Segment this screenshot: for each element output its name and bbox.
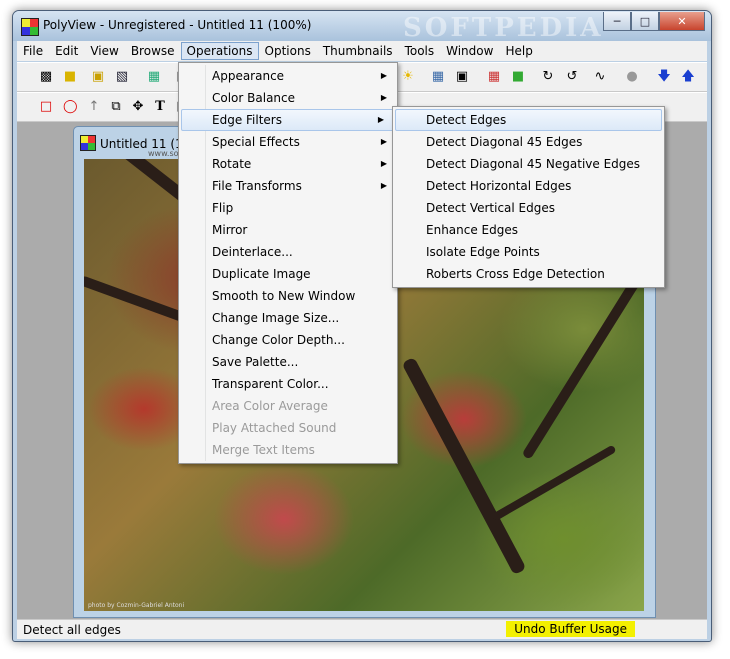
rotate-cw-icon[interactable]: ↻ xyxy=(541,70,555,84)
menu-edit[interactable]: Edit xyxy=(49,42,84,60)
menu-item-detect-vertical-edges[interactable]: Detect Vertical Edges xyxy=(393,197,664,219)
menu-item-save-palette[interactable]: Save Palette... xyxy=(179,351,397,373)
image-icon[interactable]: ▦ xyxy=(147,70,161,84)
title-bar[interactable]: PolyView - Unregistered - Untitled 11 (1… xyxy=(13,11,711,43)
green-grid-icon[interactable]: ■ xyxy=(511,70,525,84)
window-title: PolyView - Unregistered - Untitled 11 (1… xyxy=(43,18,312,32)
crop-icon[interactable]: ⧉ xyxy=(109,100,123,114)
branch-shape xyxy=(401,356,527,576)
menu-item-special-effects[interactable]: Special Effects ▶ xyxy=(179,131,397,153)
menu-options[interactable]: Options xyxy=(259,42,317,60)
submenu-arrow-icon: ▶ xyxy=(377,115,384,124)
status-bar: Detect all edges Undo Buffer Usage xyxy=(17,619,707,639)
rotate-ccw-icon[interactable]: ↺ xyxy=(565,70,579,84)
menu-item-detect-edges[interactable]: Detect Edges xyxy=(395,109,662,131)
menu-item-change-image-size[interactable]: Change Image Size... xyxy=(179,307,397,329)
menu-item-isolate-edge-points[interactable]: Isolate Edge Points xyxy=(393,241,664,263)
menu-item-label: Appearance xyxy=(212,69,285,83)
submenu-arrow-icon: ▶ xyxy=(380,71,387,80)
maximize-button[interactable]: □ xyxy=(631,12,659,31)
menu-item-detect-diagonal-45-negative-edges[interactable]: Detect Diagonal 45 Negative Edges xyxy=(393,153,664,175)
color-grid-icon[interactable]: ▦ xyxy=(487,70,501,84)
submenu-arrow-icon: ▶ xyxy=(380,137,387,146)
submenu-arrow-icon: ▶ xyxy=(380,93,387,102)
waveform-icon[interactable]: ∿ xyxy=(593,70,607,84)
move-icon[interactable]: ✥ xyxy=(131,100,145,114)
menu-item-change-color-depth[interactable]: Change Color Depth... xyxy=(179,329,397,351)
grid-icon[interactable]: ▦ xyxy=(431,70,445,84)
menu-operations[interactable]: Operations xyxy=(180,42,259,60)
minimize-icon: ─ xyxy=(613,14,621,28)
menu-view[interactable]: View xyxy=(84,42,124,60)
menu-browse[interactable]: Browse xyxy=(125,42,181,60)
app-icon[interactable] xyxy=(21,18,39,36)
stop-icon[interactable]: ● xyxy=(625,70,639,84)
menu-item-rotate[interactable]: Rotate ▶ xyxy=(179,153,397,175)
arrow-icon[interactable]: ↑ xyxy=(87,100,101,114)
arrow-up-icon[interactable]: 🡅 xyxy=(681,70,695,84)
menu-item-transparent-color[interactable]: Transparent Color... xyxy=(179,373,397,395)
close-icon: ✕ xyxy=(677,14,687,28)
open-image-icon[interactable]: ▩ xyxy=(39,70,53,84)
menu-item-color-balance[interactable]: Color Balance ▶ xyxy=(179,87,397,109)
edge-filters-submenu: Detect Edges Detect Diagonal 45 Edges De… xyxy=(392,106,665,288)
menu-thumbnails[interactable]: Thumbnails xyxy=(317,42,399,60)
menu-tools[interactable]: Tools xyxy=(399,42,441,60)
sun-icon[interactable]: ☀ xyxy=(401,70,415,84)
softpedia-watermark: SOFTPEDIA xyxy=(403,13,604,43)
menu-item-appearance[interactable]: Appearance ▶ xyxy=(179,65,397,87)
menu-item-label: Edge Filters xyxy=(212,113,282,127)
save-icon[interactable]: ▧ xyxy=(115,70,129,84)
child-app-icon xyxy=(80,135,96,151)
menu-item-mirror[interactable]: Mirror xyxy=(179,219,397,241)
menu-item-label: Special Effects xyxy=(212,135,300,149)
arrow-down-icon[interactable]: 🡇 xyxy=(657,70,671,84)
close-button[interactable]: ✕ xyxy=(659,12,705,31)
submenu-arrow-icon: ▶ xyxy=(380,181,387,190)
status-text: Detect all edges xyxy=(23,623,121,637)
minimize-button[interactable]: ─ xyxy=(603,12,631,31)
lasso-icon[interactable]: ◯ xyxy=(63,100,78,114)
new-folder-icon[interactable]: ■ xyxy=(63,70,77,84)
photo-credit: photo by Cozmin-Gabriel Antoni xyxy=(88,602,185,609)
menu-item-label: File Transforms xyxy=(212,179,302,193)
menu-item-area-color-average: Area Color Average xyxy=(212,399,328,413)
branch-shape xyxy=(491,444,617,522)
menu-item-detect-diagonal-45-edges[interactable]: Detect Diagonal 45 Edges xyxy=(393,131,664,153)
operations-menu: Appearance ▶ Color Balance ▶ Edge Filters ▶… xyxy=(178,62,398,464)
open-icon[interactable]: ▣ xyxy=(91,70,105,84)
menu-file[interactable]: File xyxy=(17,42,49,60)
maximize-icon: □ xyxy=(639,14,651,28)
menu-item-roberts-cross-edge-detection[interactable]: Roberts Cross Edge Detection xyxy=(393,263,664,285)
menu-item-play-attached-sound: Play Attached Sound xyxy=(212,421,337,435)
menu-window[interactable]: Window xyxy=(440,42,499,60)
menu-item-file-transforms[interactable]: File Transforms ▶ xyxy=(179,175,397,197)
menu-item-smooth-to-new-window[interactable]: Smooth to New Window xyxy=(179,285,397,307)
menu-bar: File Edit View Browse Operations Options… xyxy=(17,41,707,61)
menu-item-merge-text-items: Merge Text Items xyxy=(212,443,315,457)
branch-shape xyxy=(521,268,644,460)
menu-item-duplicate-image[interactable]: Duplicate Image xyxy=(179,263,397,285)
menu-item-detect-horizontal-edges[interactable]: Detect Horizontal Edges xyxy=(393,175,664,197)
menu-item-label: Rotate xyxy=(212,157,252,171)
frame-icon[interactable]: ▣ xyxy=(455,70,469,84)
submenu-arrow-icon: ▶ xyxy=(380,159,387,168)
menu-item-enhance-edges[interactable]: Enhance Edges xyxy=(393,219,664,241)
menu-item-label: Color Balance xyxy=(212,91,296,105)
menu-help[interactable]: Help xyxy=(499,42,538,60)
menu-item-edge-filters[interactable]: Edge Filters ▶ xyxy=(181,109,395,131)
menu-item-deinterlace[interactable]: Deinterlace... xyxy=(179,241,397,263)
rect-select-icon[interactable]: □ xyxy=(39,100,53,114)
text-icon[interactable]: T xyxy=(153,100,167,114)
menu-item-flip[interactable]: Flip xyxy=(179,197,397,219)
undo-buffer-indicator: Undo Buffer Usage xyxy=(506,621,635,637)
